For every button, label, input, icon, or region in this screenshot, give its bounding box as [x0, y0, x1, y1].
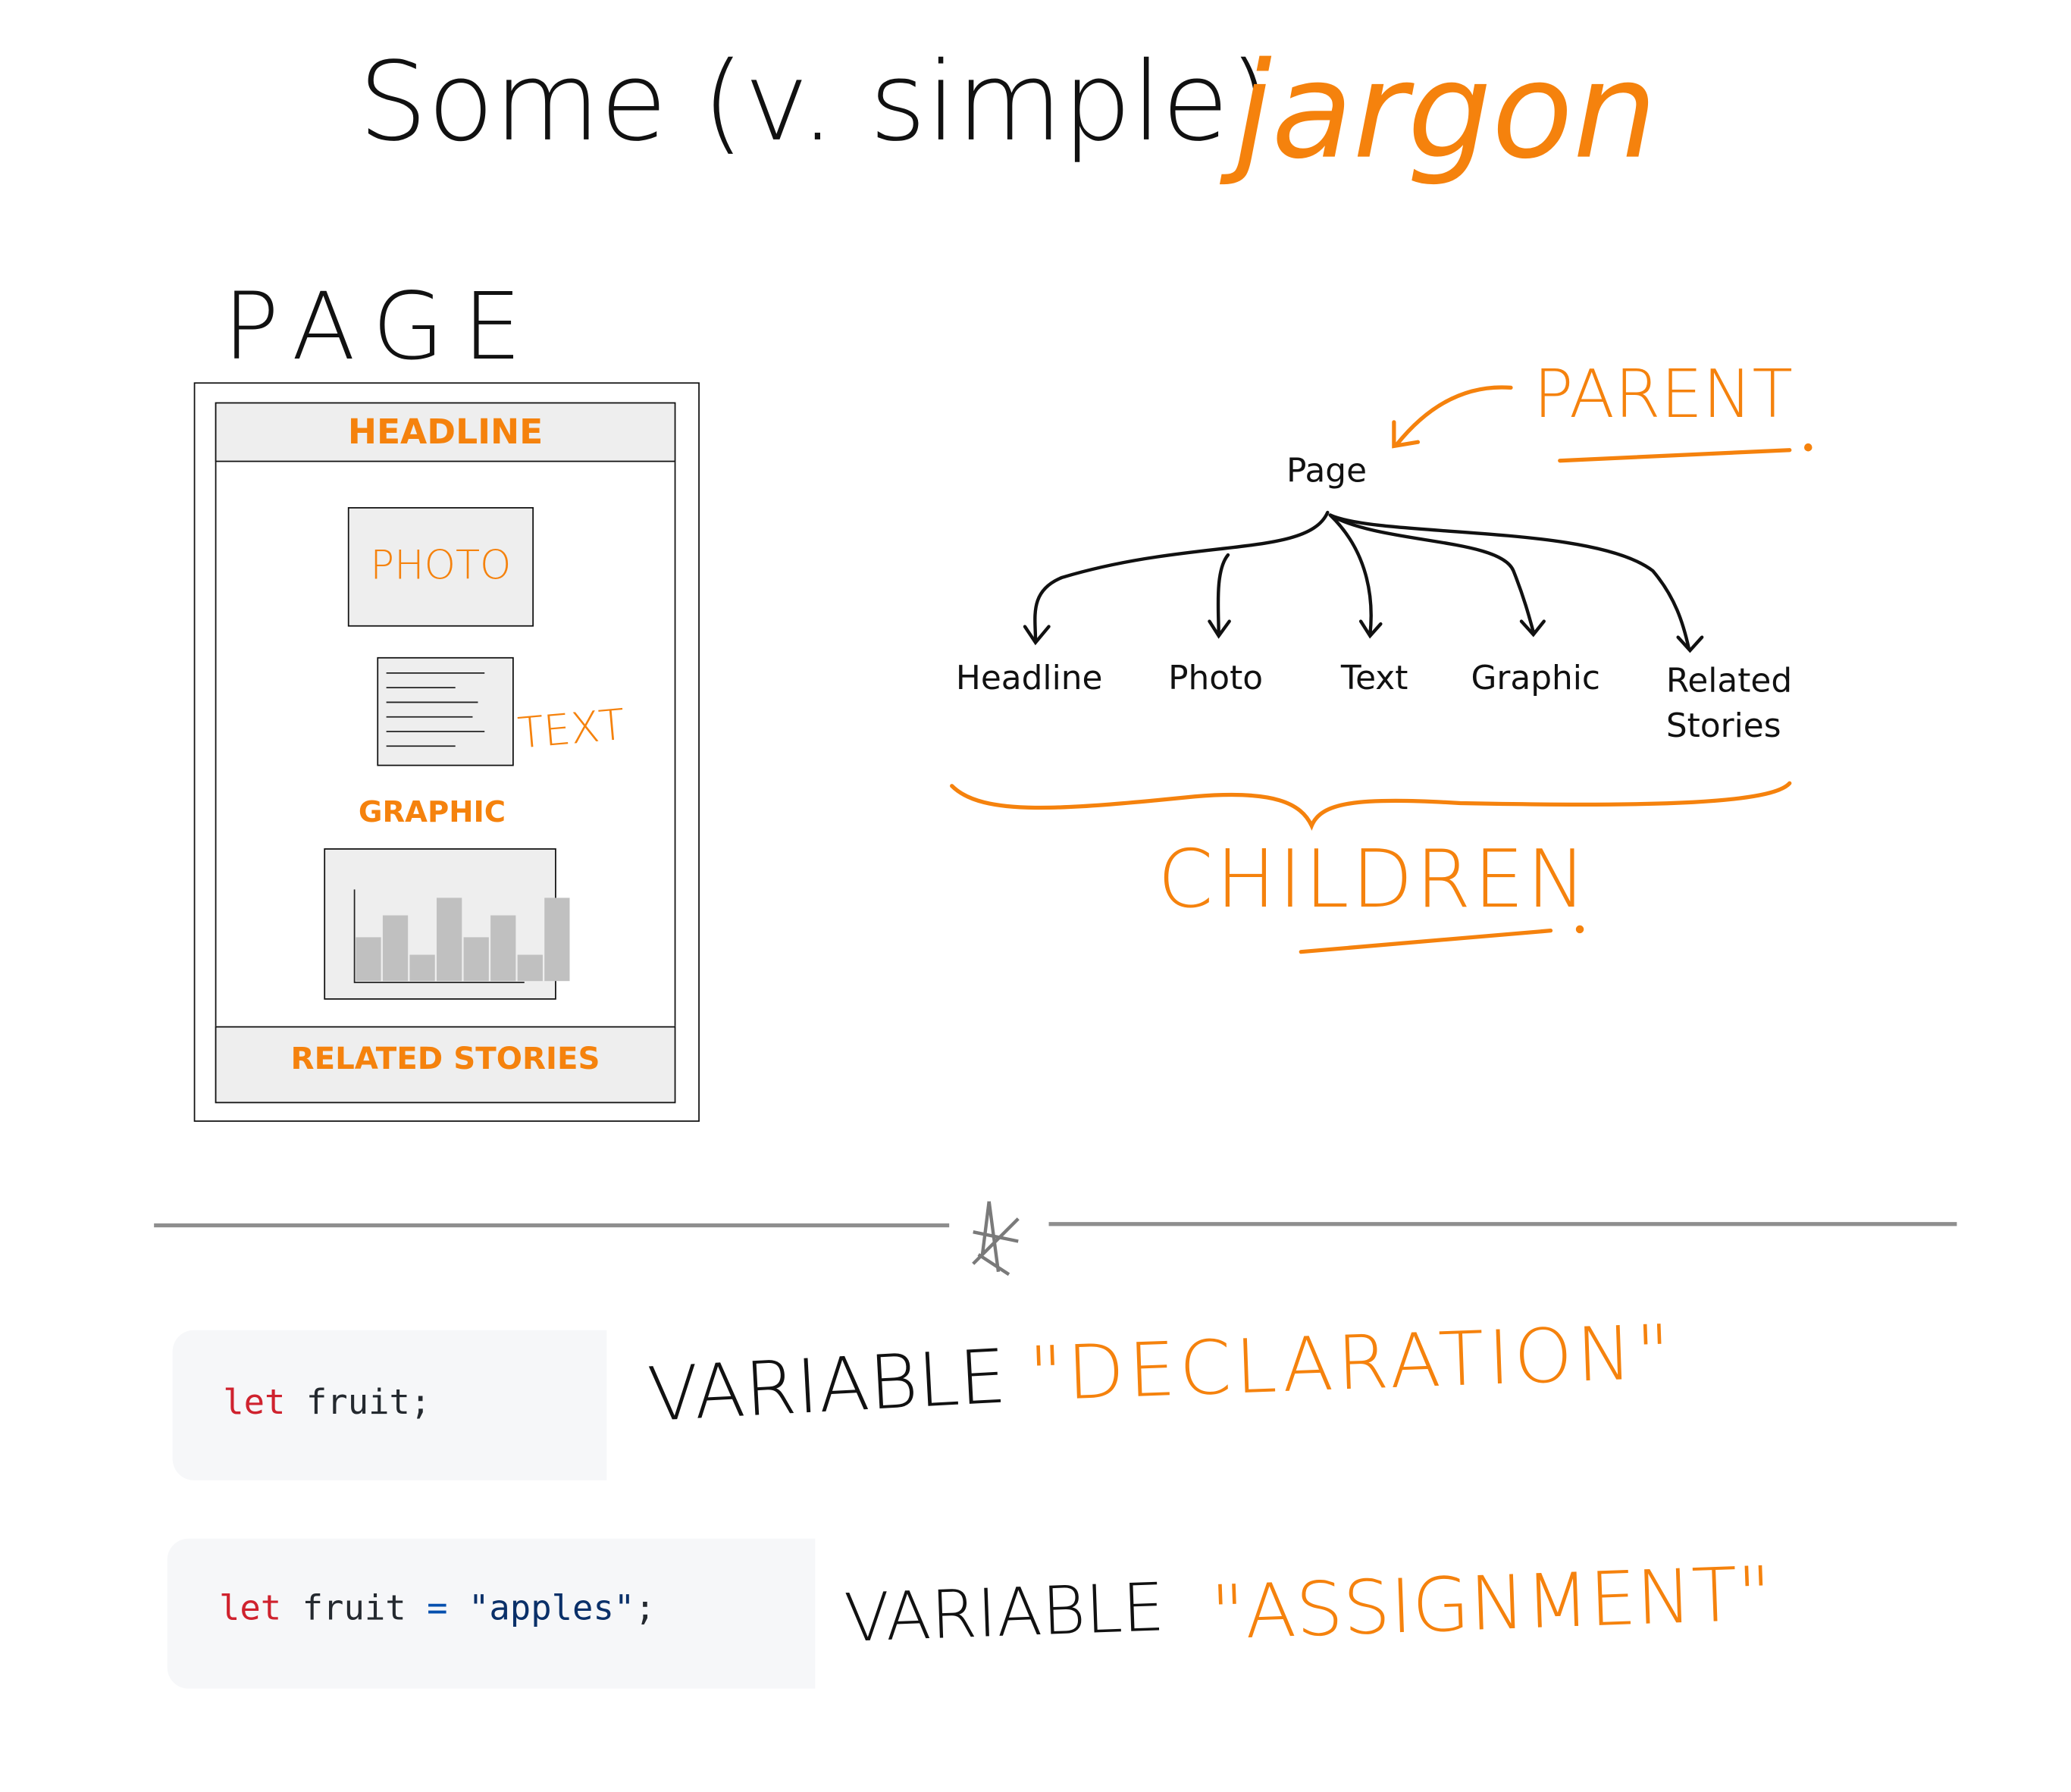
code-declaration: let fruit;	[172, 1330, 607, 1480]
parent-underline	[1558, 448, 1792, 463]
arrow-headline	[1033, 510, 1330, 642]
canvas: Some (v. simple) jargon PAGE HEADLINE PH…	[0, 0, 2071, 1792]
code-keyword: let	[218, 1589, 282, 1629]
code-end: ;	[634, 1589, 656, 1629]
assignment-prefix: VARIABLE	[843, 1568, 1166, 1657]
code-text: fruit;	[285, 1383, 431, 1424]
code-keyword: let	[223, 1383, 286, 1424]
code-operator: =	[427, 1589, 448, 1629]
tree-child-graphic: Graphic	[1471, 658, 1601, 697]
tree-child-photo: Photo	[1168, 658, 1264, 697]
tree-child-related: Related Stories	[1665, 661, 1793, 745]
children-label: CHILDREN	[1158, 833, 1590, 927]
tree-child-headline: Headline	[955, 658, 1103, 697]
code-name: fruit	[281, 1589, 428, 1629]
tree-root: Page	[1286, 451, 1368, 490]
code-assignment: let fruit = "apples";	[167, 1538, 816, 1689]
parent-arrow	[1394, 385, 1513, 447]
children-brace	[950, 781, 1792, 831]
children-underline	[1299, 929, 1553, 954]
tree-lines	[154, 385, 1957, 1277]
star-icon	[972, 1201, 1020, 1277]
parent-label: PARENT	[1533, 356, 1794, 433]
code-string: "apples"	[447, 1589, 635, 1629]
tree-child-text: Text	[1340, 658, 1408, 697]
